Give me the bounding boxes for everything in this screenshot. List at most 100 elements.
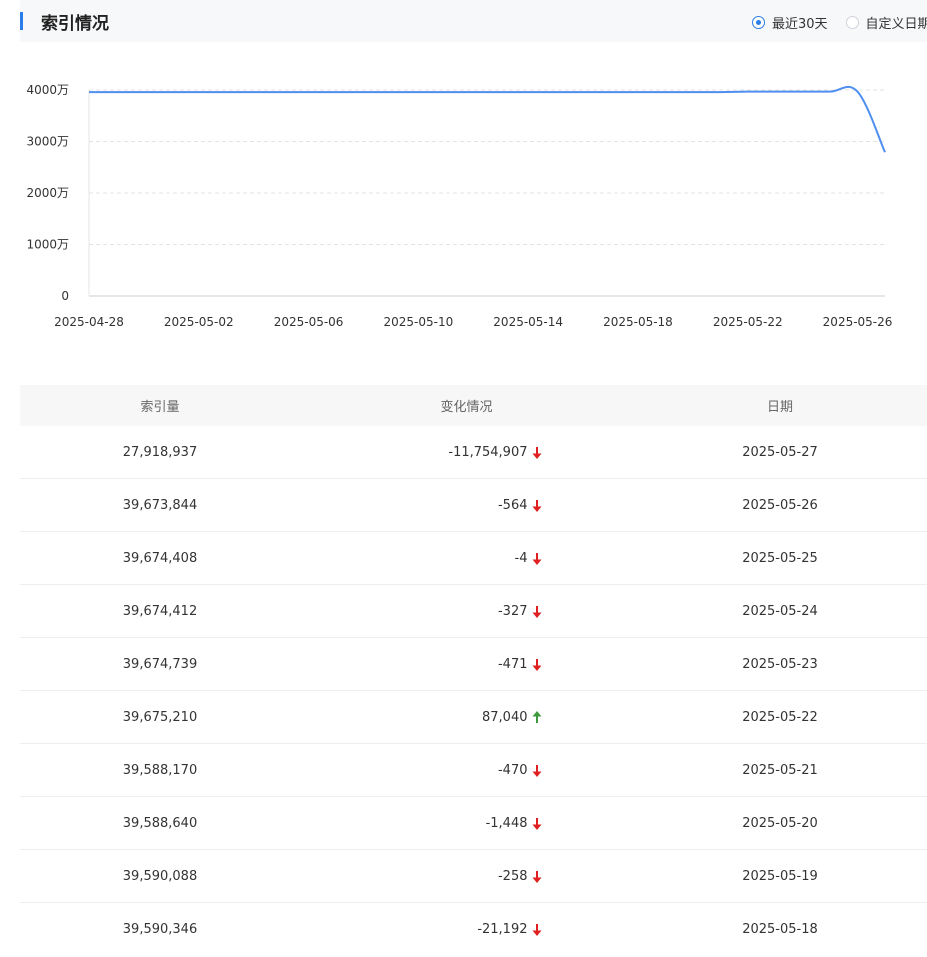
- index-count-cell: 27,918,937: [122, 444, 198, 460]
- change-value-wrap: -21,192: [362, 922, 542, 937]
- change-value: -470: [497, 762, 528, 778]
- change-cell: -1,448: [300, 797, 633, 849]
- index-count-cell: 39,673,844: [122, 497, 198, 513]
- y-tick-label: 4000万: [26, 83, 69, 97]
- table-row: 39,590,088 -258 2025-05-19: [20, 850, 927, 903]
- table-row: 39,590,346 -21,192 2025-05-18: [20, 903, 927, 956]
- date-range-selector: 最近30天 自定义日期: [752, 12, 927, 32]
- index-count-cell: 39,588,170: [122, 762, 198, 778]
- change-value-wrap: 87,040: [362, 710, 542, 725]
- change-value-wrap: -4: [362, 551, 542, 566]
- radio-checked-icon[interactable]: [752, 15, 765, 29]
- table-header: 索引量 变化情况 日期: [20, 385, 927, 426]
- arrow-down-icon: [532, 817, 541, 830]
- x-tick-label: 2025-04-28: [54, 315, 124, 329]
- date-cell: 2025-05-24: [742, 603, 818, 619]
- date-cell: 2025-05-27: [742, 444, 818, 460]
- x-tick-label: 2025-05-18: [603, 315, 673, 329]
- change-value: -327: [497, 603, 528, 619]
- change-value: -564: [497, 497, 528, 513]
- y-tick-label: 3000万: [26, 135, 69, 149]
- column-header-change: 变化情况: [440, 400, 493, 415]
- index-series-line: [89, 85, 886, 153]
- change-value: 87,040: [482, 709, 528, 725]
- arrow-down-icon: [532, 552, 541, 565]
- arrow-up-icon: [532, 710, 541, 723]
- index-count-cell: 39,590,088: [122, 868, 198, 884]
- section-header: 索引情况 最近30天 自定义日期: [20, 0, 927, 42]
- arrow-down-icon: [532, 924, 541, 936]
- radio-unchecked-icon[interactable]: [845, 15, 859, 29]
- index-trend-chart: 0 1000万 2000万 3000万 4000万 2025-04-28 2025-05-0…: [26, 83, 893, 329]
- arrow-down-icon: [532, 658, 541, 671]
- change-value: -21,192: [477, 922, 528, 937]
- section-title: 索引情况: [41, 14, 109, 34]
- table-row: 39,673,844 -564 2025-05-26: [20, 479, 927, 532]
- table-row: 39,674,739 -471 2025-05-23: [20, 638, 927, 691]
- table-row: 27,918,937 -11,754,907 2025-05-27: [20, 426, 927, 479]
- x-tick-label: 2025-05-02: [164, 315, 234, 329]
- date-cell: 2025-05-18: [742, 922, 818, 937]
- arrow-down-icon: [532, 446, 541, 459]
- date-cell: 2025-05-20: [742, 815, 818, 831]
- change-value-wrap: -258: [362, 869, 542, 884]
- change-value: -258: [497, 868, 528, 884]
- change-cell: -21,192: [300, 903, 633, 956]
- x-tick-label: 2025-05-26: [823, 315, 893, 329]
- change-value-wrap: -470: [362, 763, 542, 778]
- x-tick-label: 2025-05-22: [713, 315, 783, 329]
- x-tick-label: 2025-05-14: [493, 315, 563, 329]
- change-value: -11,754,907: [448, 444, 528, 460]
- table-row: 39,588,640 -1,448 2025-05-20: [20, 797, 927, 850]
- index-table: 索引量 变化情况 日期 27,918,937 -11,754,907 2025-05…: [20, 385, 927, 956]
- change-cell: -11,754,907: [300, 426, 633, 478]
- index-count-cell: 39,588,640: [122, 815, 198, 831]
- x-tick-label: 2025-05-10: [384, 315, 454, 329]
- change-value: -1,448: [485, 815, 528, 831]
- index-count-cell: 39,675,210: [122, 709, 198, 725]
- range-option-label: 自定义日期: [865, 16, 927, 32]
- change-cell: -327: [300, 585, 633, 637]
- date-cell: 2025-05-26: [742, 497, 818, 513]
- range-option-custom-date[interactable]: 自定义日期: [845, 13, 927, 32]
- change-cell: -4: [300, 532, 633, 584]
- date-cell: 2025-05-22: [742, 709, 818, 725]
- date-cell: 2025-05-21: [742, 762, 818, 778]
- change-cell: -258: [300, 850, 633, 902]
- y-tick-label: 2000万: [26, 186, 69, 200]
- table-row: 39,674,408 -4 2025-05-25: [20, 532, 927, 585]
- y-tick-label: 1000万: [26, 238, 69, 252]
- range-option-last-30-days[interactable]: 最近30天: [752, 13, 828, 32]
- index-count-cell: 39,590,346: [122, 922, 198, 937]
- y-tick-label: 0: [61, 289, 69, 303]
- arrow-down-icon: [532, 870, 541, 883]
- column-header-date: 日期: [766, 400, 793, 415]
- table-row: 39,674,412 -327 2025-05-24: [20, 585, 927, 638]
- change-cell: -471: [300, 638, 633, 690]
- change-value: -4: [514, 550, 528, 566]
- change-value-wrap: -1,448: [362, 816, 542, 831]
- table-row: 39,588,170 -470 2025-05-21: [20, 744, 927, 797]
- index-count-cell: 39,674,412: [122, 603, 198, 619]
- index-count-cell: 39,674,408: [122, 550, 198, 566]
- date-cell: 2025-05-23: [742, 656, 818, 672]
- arrow-down-icon: [532, 499, 541, 512]
- column-header-index: 索引量: [140, 400, 180, 415]
- change-cell: 87,040: [300, 691, 633, 743]
- x-tick-label: 2025-05-06: [274, 315, 344, 329]
- change-cell: -564: [300, 479, 633, 531]
- index-count-cell: 39,674,739: [122, 656, 198, 672]
- table-row: 39,675,210 87,040 2025-05-22: [20, 691, 927, 744]
- change-value: -471: [497, 656, 528, 672]
- change-value-wrap: -564: [362, 498, 542, 513]
- change-value-wrap: -327: [362, 604, 542, 619]
- range-option-label: 最近30天: [772, 16, 828, 32]
- change-cell: -470: [300, 744, 633, 796]
- change-value-wrap: -11,754,907: [362, 445, 542, 460]
- date-cell: 2025-05-25: [742, 550, 818, 566]
- table-body: 27,918,937 -11,754,907 2025-05-27 39,673,84…: [20, 426, 927, 956]
- change-value-wrap: -471: [362, 657, 542, 672]
- date-cell: 2025-05-19: [742, 868, 818, 884]
- arrow-down-icon: [532, 605, 541, 618]
- header-accent-bar: [20, 12, 23, 30]
